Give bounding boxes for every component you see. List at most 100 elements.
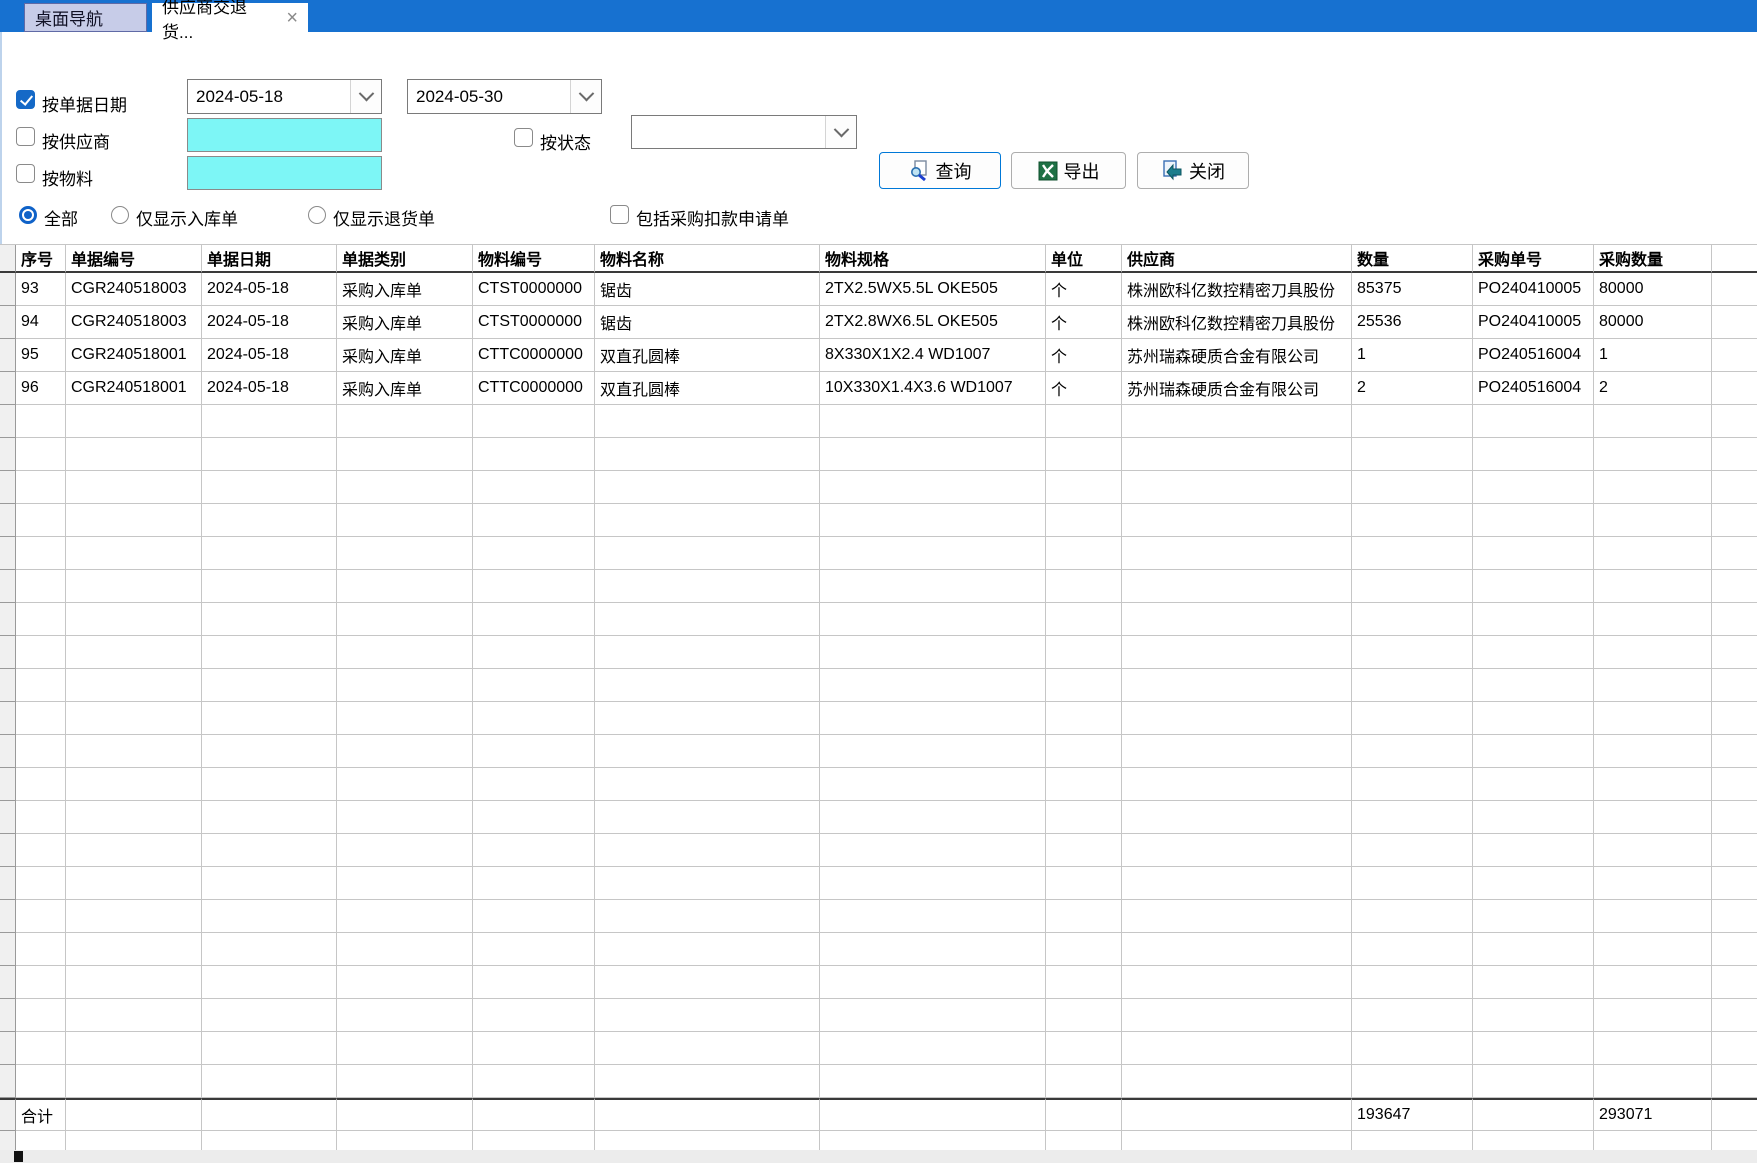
- table-empty-row[interactable]: [0, 1032, 1757, 1065]
- row-selector-cell[interactable]: [0, 603, 16, 636]
- table-empty-row[interactable]: [0, 471, 1757, 504]
- table-cell: [1352, 735, 1473, 768]
- table-empty-row[interactable]: [0, 570, 1757, 603]
- material-input[interactable]: [187, 156, 382, 190]
- table-filler-cell: [1712, 999, 1757, 1032]
- column-header[interactable]: 单据类别: [337, 245, 473, 273]
- scrollbar-thumb[interactable]: [14, 1151, 23, 1162]
- tab-desktop-navigation[interactable]: 桌面导航: [24, 3, 147, 32]
- column-header[interactable]: 数量: [1352, 245, 1473, 273]
- row-selector-cell[interactable]: [0, 471, 16, 504]
- row-selector-cell[interactable]: [0, 636, 16, 669]
- table-empty-row[interactable]: [0, 669, 1757, 702]
- row-selector-cell[interactable]: [0, 306, 16, 339]
- table-empty-row[interactable]: [0, 438, 1757, 471]
- row-selector-cell[interactable]: [0, 669, 16, 702]
- export-button[interactable]: 导出: [1011, 152, 1126, 189]
- column-header[interactable]: 单据编号: [66, 245, 202, 273]
- table-empty-row[interactable]: [0, 405, 1757, 438]
- row-selector-cell[interactable]: [0, 339, 16, 372]
- table-empty-row[interactable]: [0, 1065, 1757, 1098]
- close-button[interactable]: 关闭: [1137, 152, 1249, 189]
- row-selector-cell[interactable]: [0, 405, 16, 438]
- row-selector-cell[interactable]: [0, 834, 16, 867]
- row-selector-cell[interactable]: [0, 867, 16, 900]
- table-row[interactable]: 95CGR2405180012024-05-18采购入库单CTTC0000000…: [0, 339, 1757, 372]
- status-combo[interactable]: [631, 115, 857, 149]
- row-selector-header[interactable]: [0, 245, 16, 273]
- table-row[interactable]: 94CGR2405180032024-05-18采购入库单CTST0000000…: [0, 306, 1757, 339]
- row-selector-cell[interactable]: [0, 372, 16, 405]
- row-selector-cell[interactable]: [0, 504, 16, 537]
- by-status-checkbox[interactable]: [514, 128, 533, 147]
- row-selector-cell[interactable]: [0, 570, 16, 603]
- row-selector-cell[interactable]: [0, 702, 16, 735]
- row-selector-cell[interactable]: [0, 537, 16, 570]
- table-empty-row[interactable]: [0, 537, 1757, 570]
- radio-inbound-only[interactable]: [111, 206, 129, 224]
- date-from-combo[interactable]: 2024-05-18: [187, 79, 382, 114]
- table-empty-row[interactable]: [0, 933, 1757, 966]
- date-to-combo[interactable]: 2024-05-30: [407, 79, 602, 114]
- table-filler-cell: [1712, 273, 1757, 306]
- by-date-checkbox[interactable]: [16, 90, 35, 109]
- chevron-down-icon[interactable]: [570, 80, 601, 113]
- column-header[interactable]: 采购单号: [1473, 245, 1594, 273]
- radio-all[interactable]: [19, 206, 37, 224]
- chevron-down-icon[interactable]: [350, 80, 381, 113]
- column-header[interactable]: 采购数量: [1594, 245, 1712, 273]
- table-empty-row[interactable]: [0, 636, 1757, 669]
- row-selector-cell[interactable]: [0, 1131, 16, 1151]
- table-cell: [1473, 471, 1594, 504]
- table-empty-row[interactable]: [0, 735, 1757, 768]
- tab-supplier-returns[interactable]: 供应商交退货... ×: [152, 3, 308, 32]
- by-supplier-checkbox[interactable]: [16, 127, 35, 146]
- table-empty-row[interactable]: [0, 801, 1757, 834]
- table-cell: [202, 834, 337, 867]
- supplier-input[interactable]: [187, 118, 382, 152]
- table-empty-row[interactable]: [0, 504, 1757, 537]
- tab-close-icon[interactable]: ×: [286, 8, 298, 28]
- by-material-checkbox[interactable]: [16, 164, 35, 183]
- row-selector-cell[interactable]: [0, 966, 16, 999]
- table-empty-row[interactable]: [0, 900, 1757, 933]
- table-empty-row[interactable]: [0, 603, 1757, 636]
- row-selector-cell[interactable]: [0, 735, 16, 768]
- table-cell: CTTC0000000: [473, 339, 595, 372]
- table-empty-row[interactable]: [0, 1131, 1757, 1151]
- column-header[interactable]: 供应商: [1122, 245, 1352, 273]
- row-selector-cell[interactable]: [0, 768, 16, 801]
- query-button[interactable]: 查询: [879, 152, 1001, 189]
- row-selector-cell[interactable]: [0, 999, 16, 1032]
- column-header[interactable]: 物料编号: [473, 245, 595, 273]
- row-selector-cell[interactable]: [0, 801, 16, 834]
- chevron-down-icon[interactable]: [825, 116, 856, 148]
- row-selector-cell[interactable]: [0, 900, 16, 933]
- row-selector-cell[interactable]: [0, 1032, 16, 1065]
- row-selector-cell[interactable]: [0, 933, 16, 966]
- include-deduction-checkbox[interactable]: [610, 205, 629, 224]
- table-cell: 2024-05-18: [202, 372, 337, 405]
- table-empty-row[interactable]: [0, 867, 1757, 900]
- table-cell: [1046, 801, 1122, 834]
- table-empty-row[interactable]: [0, 966, 1757, 999]
- table-cell: [473, 933, 595, 966]
- row-selector-cell[interactable]: [0, 438, 16, 471]
- row-selector-cell[interactable]: [0, 273, 16, 306]
- radio-returns-only[interactable]: [308, 206, 326, 224]
- table-row[interactable]: 93CGR2405180032024-05-18采购入库单CTST0000000…: [0, 273, 1757, 306]
- table-empty-row[interactable]: [0, 702, 1757, 735]
- table-filler-cell: [1712, 966, 1757, 999]
- horizontal-scrollbar[interactable]: [0, 1150, 1757, 1163]
- column-header[interactable]: 单据日期: [202, 245, 337, 273]
- row-selector-cell[interactable]: [0, 1065, 16, 1098]
- column-header[interactable]: 序号: [16, 245, 66, 273]
- table-empty-row[interactable]: [0, 999, 1757, 1032]
- table-row[interactable]: 96CGR2405180012024-05-18采购入库单CTTC0000000…: [0, 372, 1757, 405]
- table-cell: [16, 966, 66, 999]
- column-header[interactable]: 单位: [1046, 245, 1122, 273]
- table-empty-row[interactable]: [0, 768, 1757, 801]
- table-empty-row[interactable]: [0, 834, 1757, 867]
- column-header[interactable]: 物料规格: [820, 245, 1046, 273]
- column-header[interactable]: 物料名称: [595, 245, 820, 273]
